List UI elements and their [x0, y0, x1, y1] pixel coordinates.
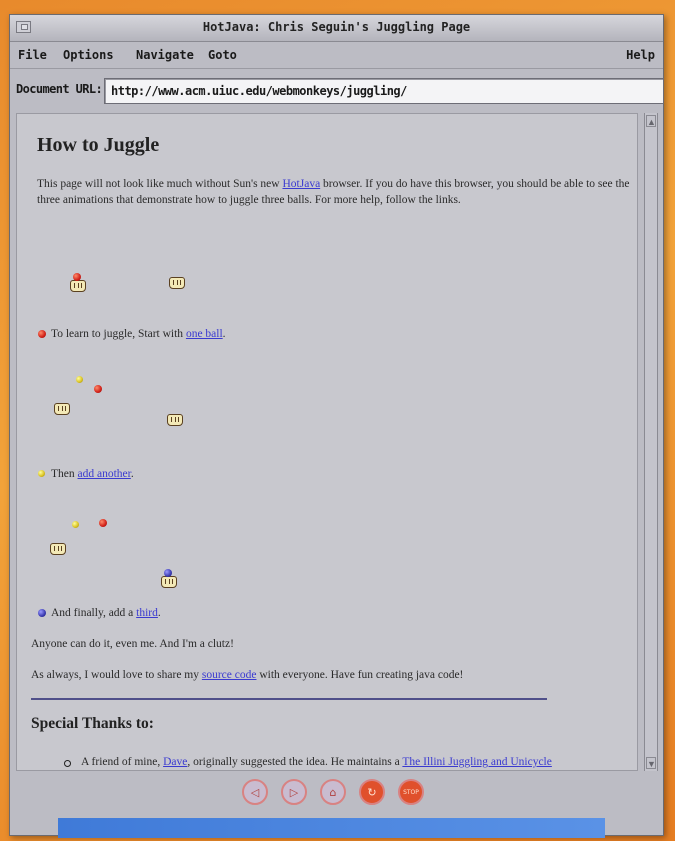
hand-icon: [54, 403, 70, 415]
menu-options[interactable]: Options: [63, 48, 114, 62]
add-another-link[interactable]: add another: [78, 468, 131, 480]
hotjava-window: HotJava: Chris Seguin's Juggling Page Fi…: [9, 14, 664, 838]
illini-juggling-link[interactable]: The Illini Juggling and Unicycle: [402, 756, 551, 768]
red-ball-bullet-icon: [38, 330, 46, 338]
url-row: Document URL: http://www.acm.uiuc.edu/we…: [10, 69, 664, 109]
back-button[interactable]: ◁: [242, 779, 268, 805]
ball-icon: [99, 519, 107, 527]
reload-button[interactable]: ↻: [359, 779, 385, 805]
navigation-toolbar: ◁ ▷ ⌂ ↻ STOP: [10, 773, 663, 813]
step-two-period: .: [130, 468, 134, 480]
scroll-up-icon[interactable]: ▲: [646, 115, 656, 127]
ball-icon: [73, 273, 81, 281]
back-icon: ◁: [250, 785, 260, 799]
one-ball-link[interactable]: one ball: [186, 328, 223, 340]
menu-file[interactable]: File: [18, 48, 47, 62]
status-strip: [58, 818, 605, 838]
source-code-link[interactable]: source code: [202, 669, 257, 681]
step-one-text: To learn to juggle, Start with: [51, 328, 186, 340]
step-two-line: Then add another.: [51, 466, 134, 482]
scroll-down-icon[interactable]: ▼: [646, 757, 656, 769]
menu-navigate[interactable]: Navigate: [136, 48, 194, 62]
ball-icon: [164, 569, 172, 577]
hotjava-link[interactable]: HotJava: [282, 178, 320, 190]
list-item: A friend of mine, Dave, originally sugge…: [81, 754, 637, 770]
ball-icon: [94, 385, 102, 393]
forward-button[interactable]: ▷: [281, 779, 307, 805]
menu-goto[interactable]: Goto: [208, 48, 237, 62]
step-three-period: .: [157, 607, 161, 619]
forward-icon: ▷: [289, 785, 299, 799]
stop-icon: STOP: [403, 788, 419, 796]
horizontal-rule: [31, 698, 547, 700]
document-view: How to Juggle This page will not look li…: [16, 113, 638, 771]
menu-bar: File Options Navigate Goto Help: [10, 42, 663, 69]
menu-help[interactable]: Help: [626, 48, 655, 62]
home-icon: ⌂: [329, 785, 337, 799]
step-two-text: Then: [51, 468, 78, 480]
ball-icon: [76, 376, 83, 383]
hand-icon: [169, 277, 185, 289]
url-input[interactable]: http://www.acm.uiuc.edu/webmonkeys/juggl…: [104, 78, 664, 104]
step-three-line: And finally, add a third.: [51, 605, 161, 621]
title-bar[interactable]: HotJava: Chris Seguin's Juggling Page: [10, 15, 663, 42]
window-title: HotJava: Chris Seguin's Juggling Page: [202, 20, 471, 34]
third-link[interactable]: third: [136, 607, 158, 619]
thanks-text-start: A friend of mine,: [81, 756, 164, 768]
stop-button[interactable]: STOP: [398, 779, 424, 805]
yellow-ball-bullet-icon: [38, 470, 45, 477]
reload-icon: ↻: [367, 785, 377, 799]
intro-paragraph: This page will not look like much withou…: [37, 176, 633, 208]
vertical-scrollbar[interactable]: ▲ ▼: [644, 113, 658, 771]
source-line: As always, I would love to share my sour…: [31, 667, 463, 683]
page-title: How to Juggle: [37, 134, 160, 156]
blue-ball-bullet-icon: [38, 609, 46, 617]
step-one-line: To learn to juggle, Start with one ball.: [51, 326, 226, 342]
thanks-heading: Special Thanks to:: [31, 715, 154, 732]
source-text-start: As always, I would love to share my: [31, 669, 202, 681]
clutz-text: Anyone can do it, even me. And I'm a clu…: [31, 638, 234, 650]
thanks-text-middle: , originally suggested the idea. He main…: [187, 756, 403, 768]
hand-icon: [161, 576, 177, 588]
hand-icon: [167, 414, 183, 426]
step-three-text: And finally, add a: [51, 607, 137, 619]
url-label: Document URL:: [16, 82, 103, 96]
home-button[interactable]: ⌂: [320, 779, 346, 805]
intro-text-start: This page will not look like much withou…: [37, 178, 283, 190]
hand-icon: [50, 543, 66, 555]
source-text-end: with everyone. Have fun creating java co…: [256, 669, 464, 681]
dave-link[interactable]: Dave: [163, 756, 187, 768]
step-one-period: .: [222, 328, 226, 340]
ball-icon: [72, 521, 79, 528]
hand-icon: [70, 280, 86, 292]
list-bullet-icon: [64, 760, 71, 767]
